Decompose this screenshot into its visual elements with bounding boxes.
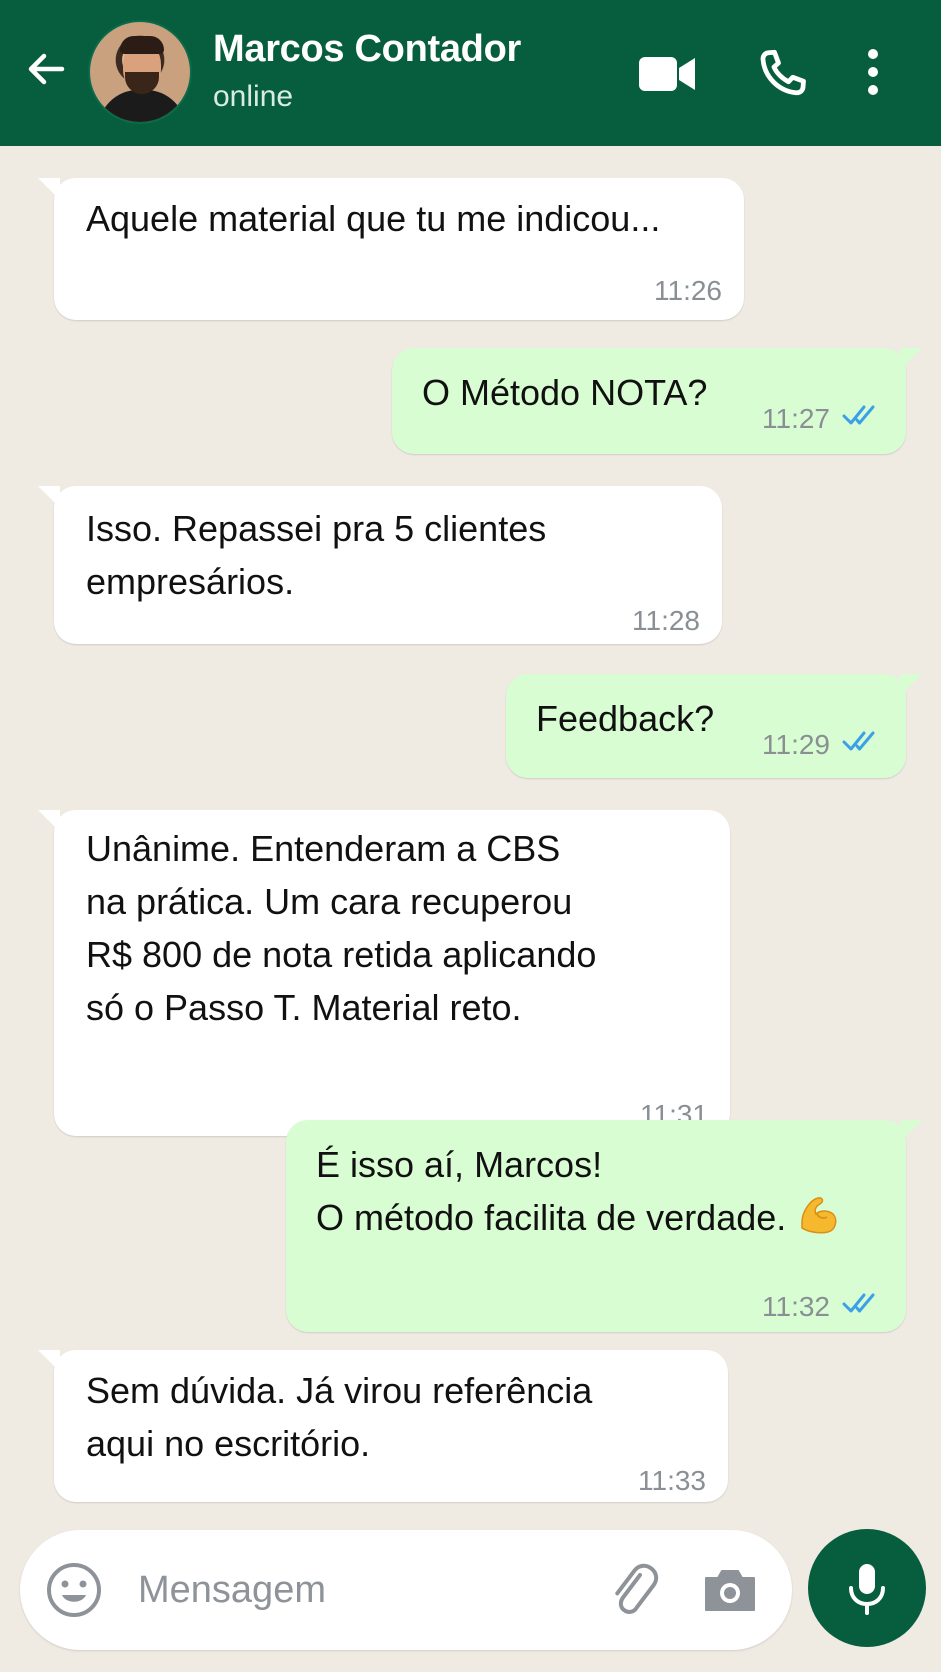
message-time: 11:33 (638, 1465, 706, 1496)
message-text: Aquele material que tu me indicou... (86, 198, 661, 239)
more-options-button[interactable] (858, 44, 918, 104)
video-call-icon (639, 57, 695, 91)
read-receipt-icon (842, 1293, 875, 1313)
message-text: É isso aí, Marcos! O método facilita de … (316, 1138, 842, 1244)
phone-icon (760, 49, 806, 96)
message-time: 11:32 (762, 1291, 830, 1322)
message-line: O método facilita de verdade. (316, 1197, 787, 1238)
message-input[interactable] (138, 1558, 598, 1622)
contact-status: online (213, 80, 294, 113)
message-time: 11:26 (654, 275, 722, 306)
message-bubble-incoming[interactable]: Sem dúvida. Já virou referência aqui no … (38, 1350, 728, 1502)
mic-icon (849, 1564, 885, 1615)
message-time: 11:29 (762, 729, 830, 760)
message-text: Feedback? (536, 698, 715, 739)
message-bubble-incoming[interactable]: Aquele material que tu me indicou... 11:… (38, 178, 744, 320)
camera-button[interactable] (700, 1560, 760, 1620)
avatar[interactable] (88, 20, 192, 124)
message-text: Isso. Repassei pra 5 clientes empresário… (86, 508, 547, 602)
message-time: 11:28 (632, 605, 700, 636)
voice-message-button[interactable] (808, 1529, 926, 1647)
read-receipt-icon (842, 731, 875, 751)
message-bubble-outgoing[interactable]: O Método NOTA? 11:27 (392, 348, 922, 454)
message-composer (20, 1530, 792, 1650)
attach-button[interactable] (604, 1560, 664, 1620)
message-bubble-outgoing[interactable]: Feedback? 11:29 (506, 674, 922, 778)
flexed-biceps-emoji (801, 1197, 837, 1234)
camera-icon (705, 1570, 755, 1611)
more-vertical-icon (868, 49, 878, 95)
message-text: Unânime. Entenderam a CBS na prática. Um… (86, 828, 597, 1028)
message-line: É isso aí, Marcos! (316, 1144, 603, 1185)
message-list[interactable]: Aquele material que tu me indicou... 11:… (0, 146, 941, 1526)
message-bubble-outgoing[interactable]: É isso aí, Marcos! O método facilita de … (286, 1120, 922, 1332)
message-bubble-incoming[interactable]: Isso. Repassei pra 5 clientes empresário… (38, 486, 722, 644)
message-bubble-incoming[interactable]: Unânime. Entenderam a CBS na prática. Um… (38, 810, 730, 1136)
read-receipt-icon (842, 405, 875, 425)
voice-call-button[interactable] (752, 44, 812, 104)
chat-header: Marcos Contador online (0, 0, 941, 146)
attach-icon (615, 1563, 659, 1614)
video-call-button[interactable] (637, 44, 697, 104)
message-text: Sem dúvida. Já virou referência aqui no … (86, 1370, 593, 1464)
message-text: O Método NOTA? (422, 372, 708, 413)
back-arrow-icon (28, 53, 65, 85)
emoji-icon (47, 1563, 101, 1617)
back-button[interactable] (22, 44, 72, 94)
contact-name[interactable]: Marcos Contador (213, 28, 521, 71)
message-time: 11:27 (762, 403, 830, 434)
emoji-button[interactable] (44, 1560, 104, 1620)
